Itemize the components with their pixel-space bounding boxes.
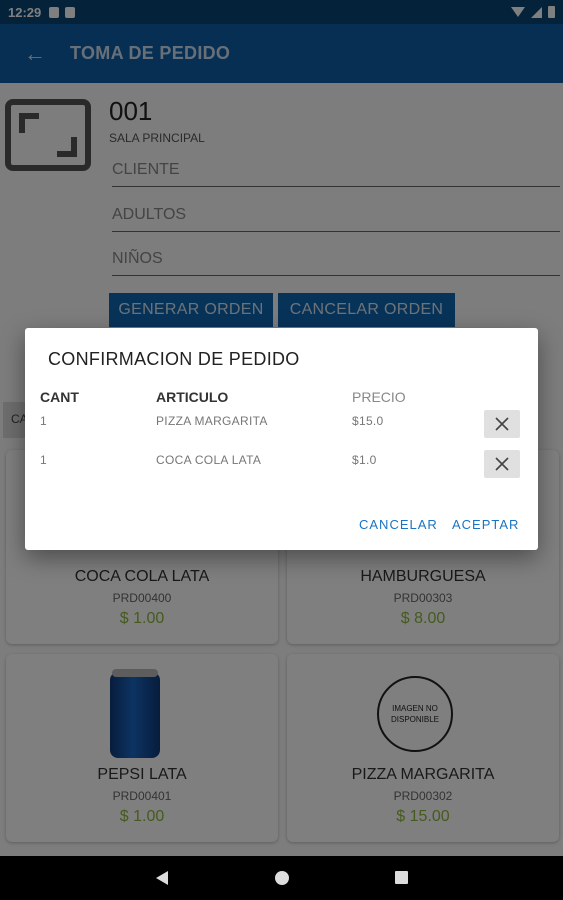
- row-price: $1.0: [352, 453, 377, 467]
- close-icon: [495, 457, 509, 471]
- row-qty: 1: [40, 414, 47, 428]
- nav-home-icon[interactable]: [275, 871, 289, 885]
- remove-item-button[interactable]: [484, 410, 520, 438]
- navigation-bar: [0, 856, 563, 900]
- row-qty: 1: [40, 453, 47, 467]
- close-icon: [495, 417, 509, 431]
- header-item: ARTICULO: [156, 389, 229, 405]
- row-item: PIZZA MARGARITA: [156, 414, 268, 428]
- nav-back-icon[interactable]: [156, 871, 168, 885]
- header-price: PRECIO: [352, 389, 406, 405]
- row-price: $15.0: [352, 414, 384, 428]
- status-scrim: [0, 0, 563, 83]
- accept-button[interactable]: ACEPTAR: [452, 517, 519, 532]
- remove-item-button[interactable]: [484, 450, 520, 478]
- row-item: COCA COLA LATA: [156, 453, 262, 467]
- confirm-order-dialog: CONFIRMACION DE PEDIDO CANT ARTICULO PRE…: [25, 328, 538, 550]
- cancel-button[interactable]: CANCELAR: [359, 517, 438, 532]
- dialog-title: CONFIRMACION DE PEDIDO: [48, 349, 300, 369]
- header-qty: CANT: [40, 389, 79, 405]
- nav-recents-icon[interactable]: [395, 871, 408, 884]
